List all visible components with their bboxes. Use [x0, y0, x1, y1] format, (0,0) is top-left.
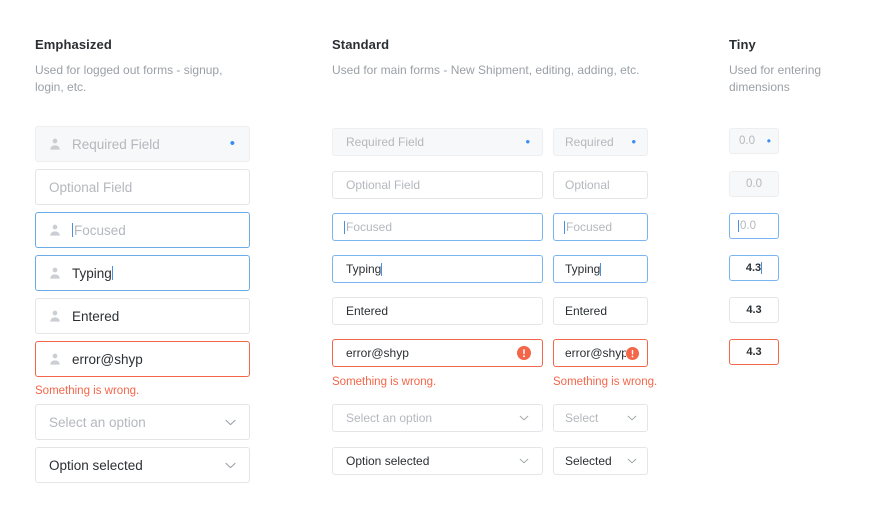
field-focused-field-text: Focused — [344, 220, 542, 234]
chevron-down-icon — [627, 415, 637, 421]
field-entered-field-tiny[interactable]: 4.3 — [729, 297, 779, 323]
field-typing-field-value: Typing — [346, 262, 382, 276]
text-cursor — [111, 266, 113, 280]
select-placeholder[interactable]: Select an option — [332, 404, 543, 432]
select-placeholder-text: Select an option — [49, 414, 146, 430]
text-cursor — [738, 220, 739, 232]
field-optional-field-text: Optional Field — [346, 178, 421, 192]
field-typing-field-text: Typing — [346, 262, 542, 276]
field-focused-field-tiny-placeholder: 0.0 — [740, 220, 756, 232]
field-optional-field[interactable]: Optional Field — [332, 171, 543, 199]
person-icon — [50, 310, 60, 322]
text-cursor — [72, 223, 73, 237]
chevron-down-icon — [627, 458, 637, 464]
person-icon — [50, 138, 60, 150]
field-error-field[interactable]: error@shyp — [35, 341, 250, 377]
column-description-emphasized: Used for logged out forms - signup, logi… — [35, 63, 223, 94]
field-focused-field-tiny[interactable]: 0.0 — [729, 213, 779, 239]
field-entered-field-narrow-text: Entered — [565, 304, 608, 318]
field-error-field-text: error@shyp — [346, 346, 409, 360]
field-optional-field-narrow-text: Optional — [565, 178, 610, 192]
field-required-field-tiny[interactable]: 0.0 • — [729, 128, 779, 154]
field-focused-field-placeholder: Focused — [74, 222, 126, 238]
chevron-down-icon — [519, 415, 529, 421]
column-title-tiny: Tiny — [729, 37, 756, 52]
field-entered-field[interactable]: Entered — [35, 298, 250, 334]
field-typing-field-tiny[interactable]: 4.3 — [729, 255, 779, 281]
error-exclamation-icon — [517, 346, 531, 360]
text-cursor — [761, 262, 763, 274]
chevron-down-icon — [225, 419, 236, 425]
field-focused-field-narrow-text: Focused — [564, 220, 647, 234]
field-typing-field-value: Typing — [72, 265, 112, 281]
field-optional-field-narrow[interactable]: Optional — [553, 171, 648, 199]
field-optional-field-tiny[interactable]: 0.0 — [729, 171, 779, 197]
chevron-down-icon — [519, 458, 529, 464]
select-placeholder-narrow-text: Select — [565, 411, 599, 425]
field-typing-field-text: Typing — [72, 266, 249, 281]
error-message: Something is wrong. — [35, 385, 140, 397]
field-entered-field-text: Entered — [346, 304, 389, 318]
field-required-field[interactable]: Required Field • — [332, 128, 543, 156]
text-cursor — [344, 220, 345, 234]
select-placeholder-text: Select an option — [346, 411, 433, 425]
field-error-field-text: error@shyp — [72, 351, 143, 367]
field-entered-field-narrow[interactable]: Entered — [553, 297, 648, 325]
select-chosen-text: Option selected — [346, 454, 430, 468]
text-cursor — [600, 262, 602, 276]
person-icon — [50, 353, 60, 365]
text-cursor — [564, 220, 565, 234]
error-message: Something is wrong. — [553, 376, 658, 388]
field-required-field[interactable]: Required Field • — [35, 126, 250, 162]
select-chosen-text: Option selected — [49, 457, 143, 473]
error-exclamation-icon — [626, 346, 639, 360]
field-required-field-tiny-text: 0.0 — [739, 135, 755, 147]
field-error-field[interactable]: error@shyp — [332, 339, 543, 367]
field-required-field-text: Required Field — [346, 135, 425, 149]
error-message: Something is wrong. — [332, 376, 437, 388]
field-error-field-narrow[interactable]: error@shyp — [553, 339, 648, 367]
column-description-standard: Used for main forms - New Shipment, edit… — [332, 63, 640, 77]
column-title-emphasized: Emphasized — [35, 37, 112, 52]
select-chosen-narrow-text: Selected — [565, 454, 612, 468]
field-typing-field-tiny-text: 4.3 — [730, 262, 778, 274]
field-typing-field-narrow-value: Typing — [565, 262, 601, 276]
column-title-standard: Standard — [332, 37, 390, 52]
person-icon — [50, 267, 60, 279]
select-chosen[interactable]: Option selected — [35, 447, 250, 483]
field-optional-field[interactable]: Optional Field — [35, 169, 250, 205]
field-typing-field[interactable]: Typing — [332, 255, 543, 283]
field-focused-field-narrow[interactable]: Focused — [553, 213, 648, 241]
field-focused-field-narrow-placeholder: Focused — [566, 220, 613, 234]
field-focused-field-text: Focused — [72, 223, 249, 238]
field-entered-field-text: Entered — [72, 308, 120, 324]
field-error-field-tiny-text: 4.3 — [746, 346, 762, 358]
field-typing-field-narrow-text: Typing — [565, 262, 647, 276]
field-typing-field-tiny-value: 4.3 — [745, 262, 762, 274]
field-entered-field[interactable]: Entered — [332, 297, 543, 325]
select-placeholder-narrow[interactable]: Select — [553, 404, 648, 432]
person-icon — [50, 224, 60, 236]
field-required-field-narrow[interactable]: Required • — [553, 128, 648, 156]
chevron-down-icon — [225, 462, 236, 468]
field-optional-field-tiny-text: 0.0 — [746, 178, 762, 190]
field-entered-field-tiny-text: 4.3 — [746, 304, 762, 316]
field-error-field-narrow-text: error@shyp — [565, 346, 626, 360]
field-required-field-narrow-text: Required — [565, 135, 614, 149]
text-cursor — [381, 262, 383, 276]
field-optional-field-text: Optional Field — [49, 179, 133, 195]
field-focused-field-placeholder: Focused — [346, 220, 393, 234]
field-required-field-text: Required Field — [72, 136, 160, 152]
select-chosen[interactable]: Option selected — [332, 447, 543, 475]
field-error-field-tiny[interactable]: 4.3 — [729, 339, 779, 365]
select-placeholder[interactable]: Select an option — [35, 404, 250, 440]
field-focused-field-tiny-text: 0.0 — [738, 220, 778, 232]
field-focused-field[interactable]: Focused — [35, 212, 250, 248]
select-chosen-narrow[interactable]: Selected — [553, 447, 648, 475]
field-typing-field[interactable]: Typing — [35, 255, 250, 291]
field-typing-field-narrow[interactable]: Typing — [553, 255, 648, 283]
field-focused-field[interactable]: Focused — [332, 213, 543, 241]
column-description-tiny: Used for entering dimensions — [729, 63, 822, 94]
